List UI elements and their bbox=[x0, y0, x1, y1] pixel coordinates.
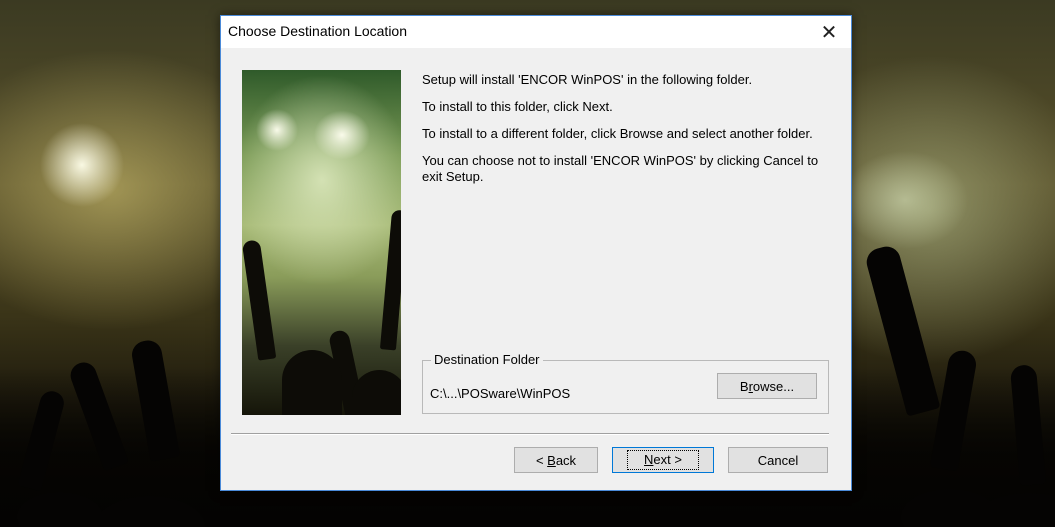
banner-hand-1 bbox=[242, 239, 277, 361]
next-focus-rect: Next > bbox=[627, 450, 699, 470]
setup-dialog: Choose Destination Location ✕ Setup will… bbox=[220, 15, 852, 491]
setup-banner-image bbox=[242, 70, 401, 415]
banner-hand-2 bbox=[379, 209, 401, 351]
instruction-line-3: To install to a different folder, click … bbox=[422, 126, 813, 141]
close-icon: ✕ bbox=[820, 21, 838, 44]
back-label-accel: B bbox=[547, 452, 556, 468]
instruction-line-2: To install to this folder, click Next. bbox=[422, 99, 613, 114]
browse-label-post: owse... bbox=[752, 378, 795, 394]
next-button[interactable]: Next > bbox=[612, 447, 714, 473]
back-label-pre: < bbox=[535, 452, 548, 468]
browse-button[interactable]: Br owse... bbox=[717, 373, 817, 399]
browse-label-pre: B bbox=[739, 378, 749, 394]
instruction-line-1: Setup will install 'ENCOR WinPOS' in the… bbox=[422, 72, 753, 87]
next-label-post: ext > bbox=[653, 452, 682, 467]
instruction-line-4: You can choose not to install 'ENCOR Win… bbox=[422, 153, 819, 184]
button-separator bbox=[231, 433, 829, 435]
title-bar[interactable]: Choose Destination Location ✕ bbox=[221, 16, 851, 48]
next-label-accel: N bbox=[644, 452, 654, 467]
back-button[interactable]: < Back bbox=[514, 447, 598, 473]
window-title: Choose Destination Location bbox=[228, 23, 408, 39]
banner-hand-5 bbox=[352, 370, 401, 415]
instructions: Setup will install 'ENCOR WinPOS' in the… bbox=[422, 72, 822, 196]
destination-path: C:\...\POSware\WinPOS bbox=[430, 386, 571, 401]
destination-folder-label: Destination Folder bbox=[431, 352, 543, 367]
close-button[interactable]: ✕ bbox=[807, 16, 851, 48]
cancel-button[interactable]: Cancel bbox=[728, 447, 828, 473]
banner-hand-4 bbox=[282, 350, 342, 415]
back-label-post: ack bbox=[555, 452, 577, 468]
